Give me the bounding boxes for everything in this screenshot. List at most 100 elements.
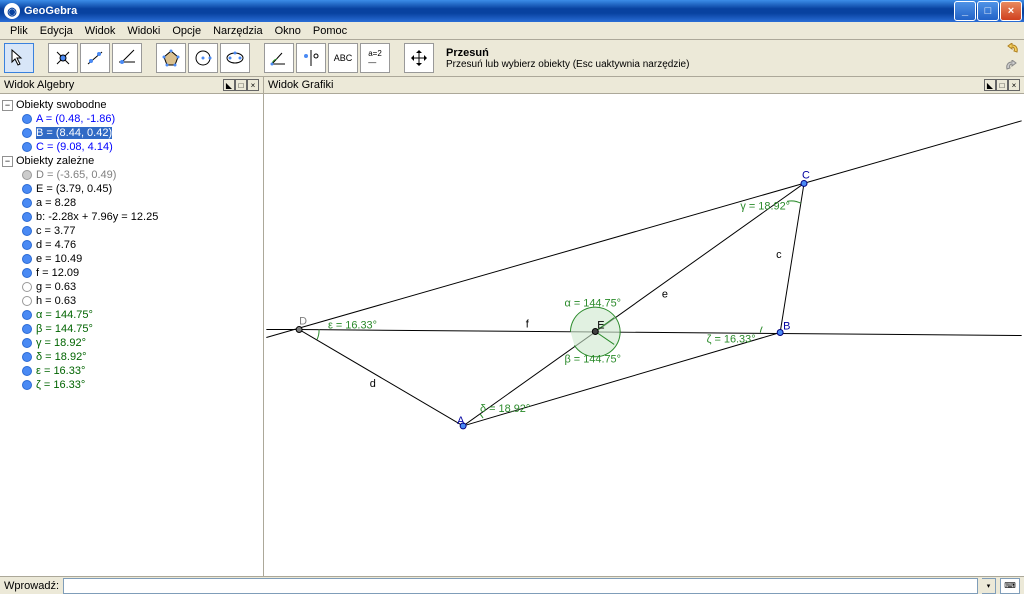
svg-text:f: f [526, 319, 530, 331]
visibility-dot-icon[interactable] [22, 212, 32, 222]
app-icon: ◉ [4, 3, 20, 19]
menu-options[interactable]: Opcje [166, 23, 207, 39]
visibility-dot-icon[interactable] [22, 170, 32, 180]
graphics-panel: Widok Grafiki ◣ □ × [264, 77, 1024, 576]
tree-free-objects[interactable]: −Obiekty swobodne [2, 98, 261, 112]
tool-move-view[interactable] [404, 43, 434, 73]
command-input[interactable] [63, 578, 978, 594]
algebra-panel-tri-icon[interactable]: ◣ [223, 79, 235, 91]
window-title: GeoGebra [24, 5, 77, 17]
tree-item-delta[interactable]: δ = 18.92° [2, 350, 261, 364]
tool-conic[interactable] [220, 43, 250, 73]
tool-perpendicular[interactable] [112, 43, 142, 73]
menu-file[interactable]: Plik [4, 23, 34, 39]
graphics-panel-close-icon[interactable]: × [1008, 79, 1020, 91]
visibility-dot-icon[interactable] [22, 198, 32, 208]
tree-item-eps[interactable]: ε = 16.33° [2, 364, 261, 378]
visibility-dot-icon[interactable] [22, 226, 32, 236]
tree-item-h[interactable]: h = 0.63 [2, 294, 261, 308]
maximize-button[interactable]: □ [977, 1, 999, 21]
graphics-panel-win-icon[interactable]: □ [996, 79, 1008, 91]
menu-tools[interactable]: Narzędzia [207, 23, 269, 39]
toolbar: ABC a=2— Przesuń Przesuń lub wybierz obi… [0, 40, 1024, 77]
graphics-panel-tri-icon[interactable]: ◣ [984, 79, 996, 91]
visibility-dot-icon[interactable] [22, 338, 32, 348]
tree-item-C[interactable]: C = (9.08, 4.14) [2, 140, 261, 154]
input-label: Wprowadź: [4, 580, 59, 592]
visibility-dot-icon[interactable] [22, 254, 32, 264]
algebra-tree[interactable]: −Obiekty swobodne A = (0.48, -1.86) B = … [0, 94, 263, 576]
svg-text:d: d [370, 378, 376, 390]
graphics-canvas[interactable]: D A B C E c d e f α = 144.75° β = 144.75… [264, 94, 1024, 576]
svg-text:E: E [597, 320, 604, 332]
algebra-panel-win-icon[interactable]: □ [235, 79, 247, 91]
visibility-dot-icon[interactable] [22, 296, 32, 306]
visibility-dot-icon[interactable] [22, 184, 32, 194]
close-button[interactable]: × [1000, 1, 1022, 21]
tree-item-b[interactable]: b: -2.28x + 7.96y = 12.25 [2, 210, 261, 224]
tree-item-e[interactable]: e = 10.49 [2, 252, 261, 266]
visibility-dot-icon[interactable] [22, 268, 32, 278]
window-titlebar: ◉ GeoGebra _ □ × [0, 0, 1024, 22]
svg-text:D: D [299, 316, 307, 328]
tree-item-f[interactable]: f = 12.09 [2, 266, 261, 280]
tree-item-alpha[interactable]: α = 144.75° [2, 308, 261, 322]
visibility-dot-icon[interactable] [22, 114, 32, 124]
tree-item-g[interactable]: g = 0.63 [2, 280, 261, 294]
algebra-panel-title: Widok Algebry [4, 79, 74, 91]
svg-text:ζ = 16.33°: ζ = 16.33° [707, 333, 756, 345]
tree-item-A[interactable]: A = (0.48, -1.86) [2, 112, 261, 126]
graphics-panel-header: Widok Grafiki ◣ □ × [264, 77, 1024, 94]
tool-reflect[interactable] [296, 43, 326, 73]
svg-text:α = 144.75°: α = 144.75° [564, 298, 621, 310]
minimize-button[interactable]: _ [954, 1, 976, 21]
visibility-dot-icon[interactable] [22, 380, 32, 390]
tool-angle[interactable] [264, 43, 294, 73]
menu-edit[interactable]: Edycja [34, 23, 79, 39]
input-bar: Wprowadź: ▾ ⌨ [0, 576, 1024, 594]
visibility-dot-icon[interactable] [22, 352, 32, 362]
tool-polygon[interactable] [156, 43, 186, 73]
visibility-dot-icon[interactable] [22, 128, 32, 138]
svg-text:B: B [783, 321, 790, 333]
svg-text:δ = 18.92°: δ = 18.92° [480, 403, 530, 415]
tree-item-d[interactable]: d = 4.76 [2, 238, 261, 252]
svg-text:C: C [802, 169, 810, 181]
svg-text:ε = 16.33°: ε = 16.33° [328, 320, 377, 332]
tool-circle[interactable] [188, 43, 218, 73]
tool-desc-text: Przesuń lub wybierz obiekty (Esc uaktywn… [446, 59, 1002, 70]
tree-dependent-objects[interactable]: −Obiekty zależne [2, 154, 261, 168]
tree-item-B[interactable]: B = (8.44, 0.42) [2, 126, 261, 140]
tree-item-D[interactable]: D = (-3.65, 0.49) [2, 168, 261, 182]
visibility-dot-icon[interactable] [22, 310, 32, 320]
tool-text[interactable]: ABC [328, 43, 358, 73]
tree-item-E[interactable]: E = (3.79, 0.45) [2, 182, 261, 196]
undo-icon[interactable] [1004, 42, 1020, 58]
visibility-dot-icon[interactable] [22, 324, 32, 334]
tree-item-zeta[interactable]: ζ = 16.33° [2, 378, 261, 392]
visibility-dot-icon[interactable] [22, 282, 32, 292]
input-help-button[interactable]: ⌨ [1000, 578, 1020, 594]
tool-desc-title: Przesuń [446, 47, 1002, 59]
menu-window[interactable]: Okno [269, 23, 307, 39]
input-dropdown-icon[interactable]: ▾ [982, 578, 996, 594]
visibility-dot-icon[interactable] [22, 240, 32, 250]
tree-item-gamma[interactable]: γ = 18.92° [2, 336, 261, 350]
tool-point[interactable] [48, 43, 78, 73]
algebra-panel-close-icon[interactable]: × [247, 79, 259, 91]
tree-item-c[interactable]: c = 3.77 [2, 224, 261, 238]
visibility-dot-icon[interactable] [22, 142, 32, 152]
tool-move[interactable] [4, 43, 34, 73]
graphics-panel-title: Widok Grafiki [268, 79, 333, 91]
tool-line[interactable] [80, 43, 110, 73]
tree-item-a[interactable]: a = 8.28 [2, 196, 261, 210]
svg-text:β = 144.75°: β = 144.75° [564, 353, 621, 365]
svg-text:c: c [776, 249, 782, 261]
menu-views[interactable]: Widoki [121, 23, 166, 39]
menu-view[interactable]: Widok [79, 23, 122, 39]
visibility-dot-icon[interactable] [22, 366, 32, 376]
tool-slider[interactable]: a=2— [360, 43, 390, 73]
menu-help[interactable]: Pomoc [307, 23, 353, 39]
redo-icon[interactable] [1004, 59, 1020, 75]
tree-item-beta[interactable]: β = 144.75° [2, 322, 261, 336]
